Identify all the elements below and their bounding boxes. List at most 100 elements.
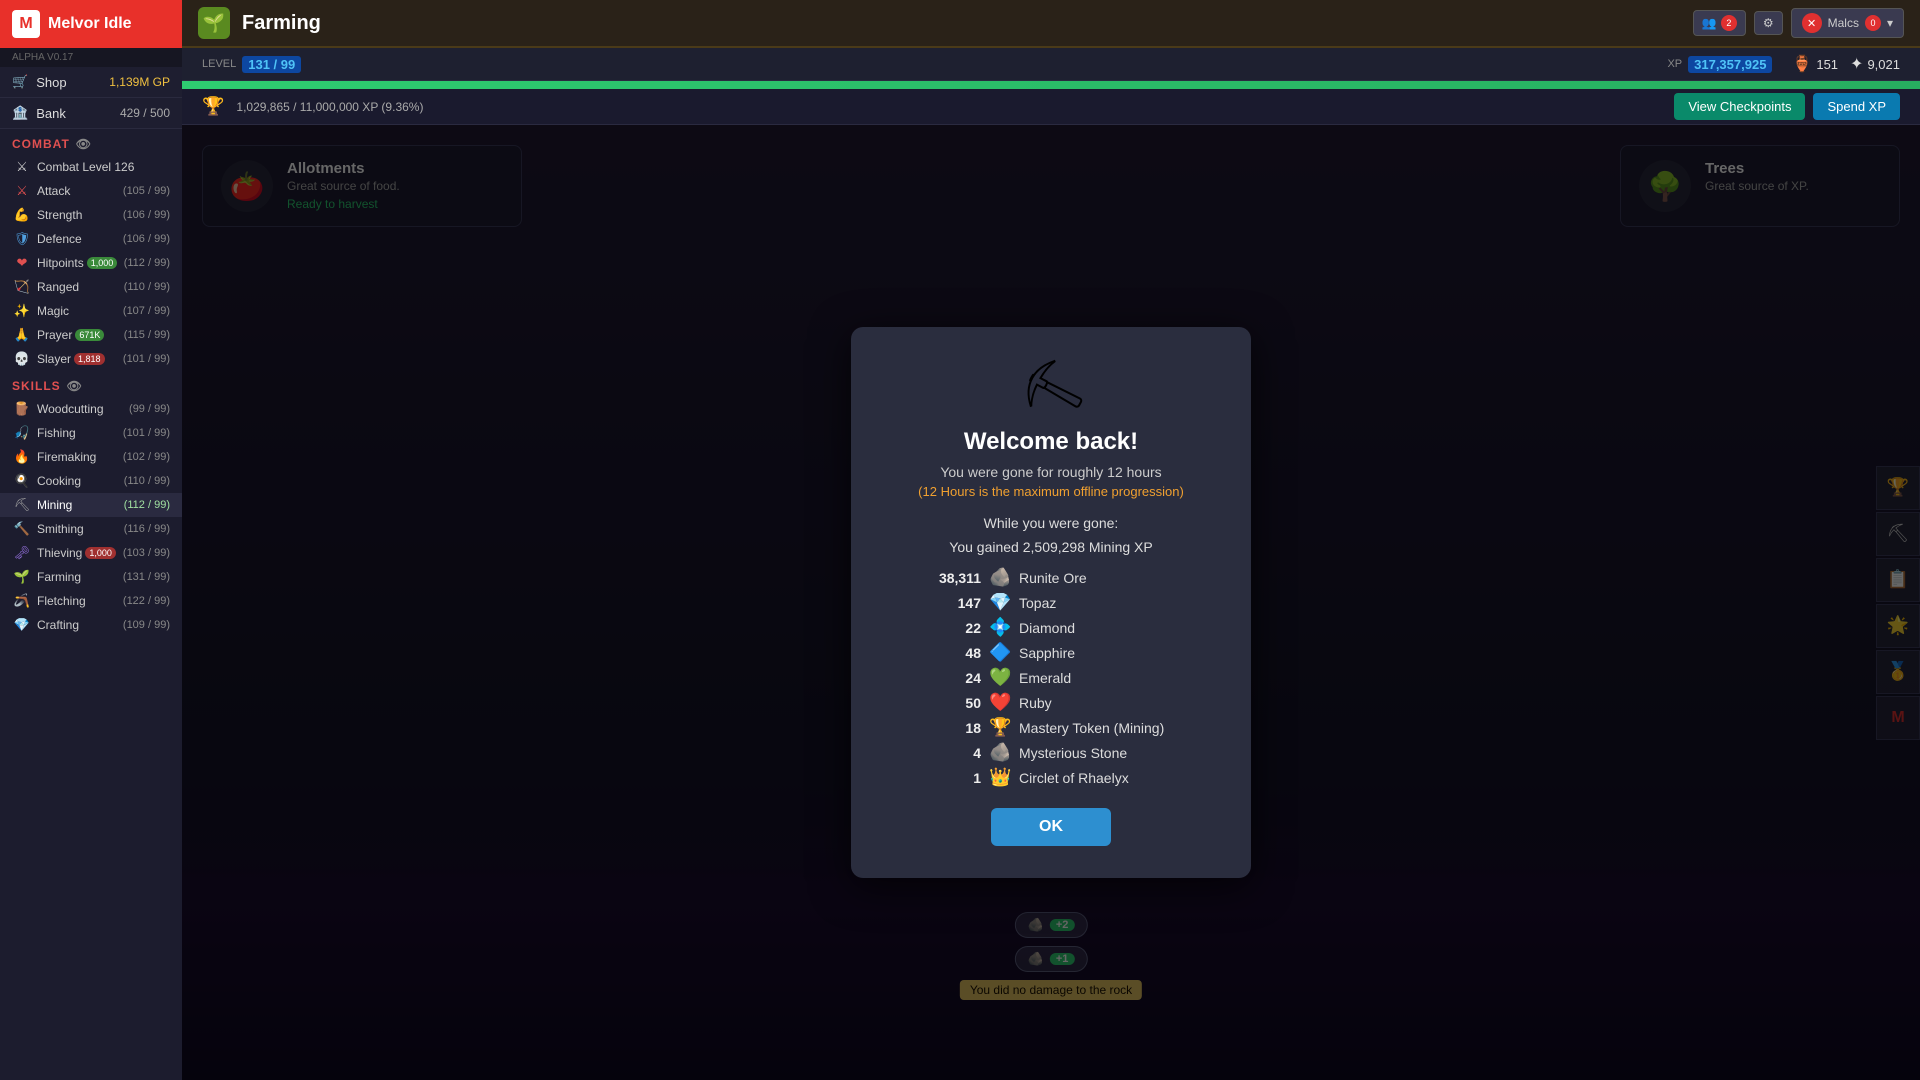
fishing-label: Fishing	[37, 426, 76, 440]
main-content: 🌱 Farming 👥 2 ⚙ ✕ Malcs 0 ▾ LEVEL 131 / …	[182, 0, 1920, 1080]
settings-button[interactable]: ⚙	[1754, 11, 1783, 35]
thieving-icon: 🗝	[14, 545, 30, 561]
party-icon: 👥	[1702, 16, 1717, 30]
right-stats: 🏺 151 ✦ 9,021	[1792, 54, 1900, 74]
sidebar-item-firemaking[interactable]: 🔥 Firemaking (102 / 99)	[0, 445, 182, 469]
sidebar-item-smithing[interactable]: 🔨 Smithing (116 / 99)	[0, 517, 182, 541]
view-checkpoints-button[interactable]: View Checkpoints	[1674, 93, 1805, 120]
sidebar-item-farming[interactable]: 🌱 Farming (131 / 99)	[0, 565, 182, 589]
modal-overlay: ⛏ Welcome back! You were gone for roughl…	[182, 125, 1920, 1080]
runite-icon: 🪨	[989, 567, 1011, 588]
modal-item-runite-ore: 38,311 🪨 Runite Ore	[931, 567, 1171, 588]
circlet-icon: 👑	[989, 767, 1011, 788]
modal-items-list: 38,311 🪨 Runite Ore 147 💎 Topaz 22 💠 Dia…	[891, 567, 1211, 788]
strength-label: Strength	[37, 208, 82, 222]
party-button[interactable]: 👥 2	[1693, 10, 1746, 36]
mysterious-stone-qty: 4	[931, 745, 981, 761]
sidebar-item-attack[interactable]: ⚔ Attack (105 / 99)	[0, 179, 182, 203]
sidebar-item-hitpoints[interactable]: ❤ Hitpoints 1,000 (112 / 99)	[0, 251, 182, 275]
modal-while-label: While you were gone:	[891, 515, 1211, 531]
sidebar-item-crafting[interactable]: 💎 Crafting (109 / 99)	[0, 613, 182, 637]
modal-item-ruby: 50 ❤️ Ruby	[931, 692, 1171, 713]
combat-level-icon: ⚔	[14, 159, 30, 175]
ruby-icon: ❤️	[989, 692, 1011, 713]
sidebar-item-mining[interactable]: ⛏ Mining (112 / 99)	[0, 493, 182, 517]
hitpoints-icon: ❤	[14, 255, 30, 271]
ranged-level: (110 / 99)	[124, 281, 170, 293]
crafting-icon: 💎	[14, 617, 30, 633]
combat-section-header[interactable]: COMBAT 👁	[0, 129, 182, 155]
topaz-qty: 147	[931, 595, 981, 611]
shop-link[interactable]: 🛒 Shop 1,139M GP	[0, 67, 182, 98]
mysterious-stone-name: Mysterious Stone	[1019, 745, 1127, 761]
sapphire-name: Sapphire	[1019, 645, 1075, 661]
sidebar-item-thieving[interactable]: 🗝 Thieving 1,000 (103 / 99)	[0, 541, 182, 565]
magic-icon: ✨	[14, 303, 30, 319]
slayer-level: (101 / 99)	[123, 353, 170, 365]
spend-xp-button[interactable]: Spend XP	[1813, 93, 1900, 120]
modal-pickaxe-icon: ⛏	[1010, 350, 1093, 430]
modal-item-sapphire: 48 🔷 Sapphire	[931, 642, 1171, 663]
skills-label: SKILLS	[12, 379, 61, 393]
defence-label: Defence	[37, 232, 82, 246]
modal-warning: (12 Hours is the maximum offline progres…	[891, 484, 1211, 499]
app-header: M Melvor Idle	[0, 0, 182, 48]
sidebar-item-woodcutting[interactable]: 🪵 Woodcutting (99 / 99)	[0, 397, 182, 421]
farming-icon: 🌱	[14, 569, 30, 585]
user-menu[interactable]: ✕ Malcs 0 ▾	[1791, 8, 1904, 38]
emerald-icon: 💚	[989, 667, 1011, 688]
circlet-name: Circlet of Rhaelyx	[1019, 770, 1129, 786]
runite-qty: 38,311	[931, 570, 981, 586]
app-title: Melvor Idle	[48, 15, 132, 33]
circlet-qty: 1	[931, 770, 981, 786]
modal-subtitle: You were gone for roughly 12 hours	[891, 464, 1211, 480]
cooking-label: Cooking	[37, 474, 81, 488]
mastery-stat: 🏺 151	[1792, 54, 1838, 74]
hitpoints-label: Hitpoints 1,000	[37, 256, 117, 270]
notification-badge: 2	[1721, 15, 1737, 31]
tokens-stat: ✦ 9,021	[1850, 54, 1900, 74]
mastery-progress-text: 1,029,865 / 11,000,000 XP (9.36%)	[236, 100, 423, 114]
mastery-count: 151	[1816, 57, 1838, 72]
combat-level-label: Combat Level 126	[37, 160, 134, 174]
modal-item-mastery-token: 18 🏆 Mastery Token (Mining)	[931, 717, 1171, 738]
modal-item-diamond: 22 💠 Diamond	[931, 617, 1171, 638]
sapphire-icon: 🔷	[989, 642, 1011, 663]
modal-item-emerald: 24 💚 Emerald	[931, 667, 1171, 688]
mastery-bar-row: 🏆 1,029,865 / 11,000,000 XP (9.36%) View…	[182, 89, 1920, 125]
hitpoints-level: (112 / 99)	[124, 257, 170, 269]
sidebar-item-combat-level[interactable]: ⚔ Combat Level 126	[0, 155, 182, 179]
magic-label: Magic	[37, 304, 69, 318]
mining-icon: ⛏	[14, 497, 30, 513]
sidebar-item-defence[interactable]: 🛡 Defence (106 / 99)	[0, 227, 182, 251]
bank-label: Bank	[36, 106, 66, 121]
mastery-token-name: Mastery Token (Mining)	[1019, 720, 1164, 736]
attack-icon: ⚔	[14, 183, 30, 199]
bank-link[interactable]: 🏦 Bank 429 / 500	[0, 98, 182, 129]
thieving-label: Thieving 1,000	[37, 546, 116, 560]
modal-ok-button[interactable]: OK	[991, 808, 1111, 846]
sidebar-item-fishing[interactable]: 🎣 Fishing (101 / 99)	[0, 421, 182, 445]
skills-visibility-icon: 👁	[67, 379, 83, 393]
crafting-label: Crafting	[37, 618, 79, 632]
prayer-label: Prayer 671K	[37, 328, 104, 342]
combat-label: COMBAT	[12, 137, 70, 151]
sidebar-item-slayer[interactable]: 💀 Slayer 1,818 (101 / 99)	[0, 347, 182, 371]
sidebar-item-cooking[interactable]: 🍳 Cooking (110 / 99)	[0, 469, 182, 493]
diamond-icon: 💠	[989, 617, 1011, 638]
modal-item-topaz: 147 💎 Topaz	[931, 592, 1171, 613]
mastery-token-icon: 🏆	[989, 717, 1011, 738]
emerald-name: Emerald	[1019, 670, 1071, 686]
xp-label: XP	[1667, 58, 1682, 70]
mastery-icon: 🏺	[1792, 54, 1812, 74]
sidebar-item-fletching[interactable]: 🪃 Fletching (122 / 99)	[0, 589, 182, 613]
prayer-icon: 🙏	[14, 327, 30, 343]
sidebar-item-strength[interactable]: 💪 Strength (106 / 99)	[0, 203, 182, 227]
fletching-label: Fletching	[37, 594, 86, 608]
skills-section-header[interactable]: SKILLS 👁	[0, 371, 182, 397]
sidebar-item-magic[interactable]: ✨ Magic (107 / 99)	[0, 299, 182, 323]
magic-level: (107 / 99)	[123, 305, 170, 317]
topaz-name: Topaz	[1019, 595, 1056, 611]
sidebar-item-ranged[interactable]: 🏹 Ranged (110 / 99)	[0, 275, 182, 299]
sidebar-item-prayer[interactable]: 🙏 Prayer 671K (115 / 99)	[0, 323, 182, 347]
